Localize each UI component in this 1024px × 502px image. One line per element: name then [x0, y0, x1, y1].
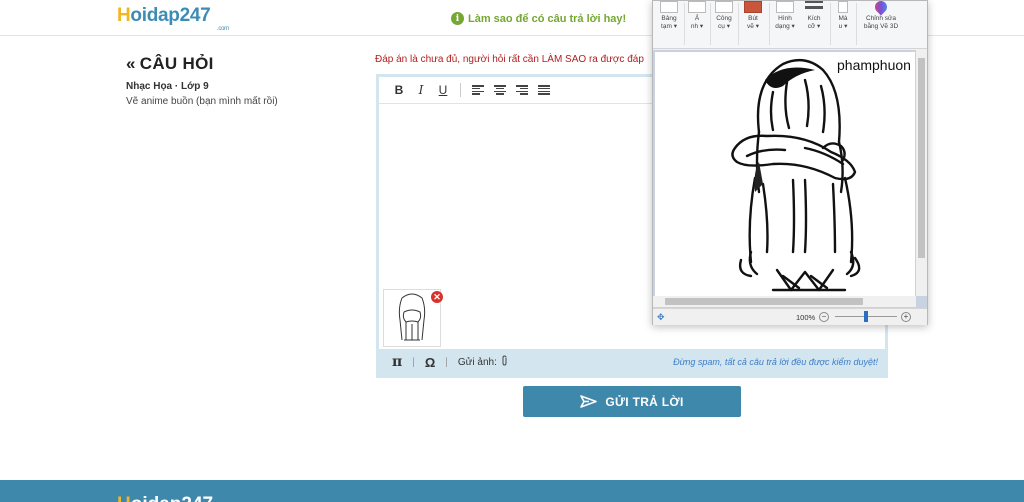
send-icon — [580, 395, 598, 408]
math-formula-button[interactable]: π — [392, 354, 402, 370]
ribbon-label: Mà — [838, 15, 848, 22]
image-select-icon — [688, 1, 706, 13]
colors-icon — [838, 1, 848, 13]
answer-warning: Đáp án là chưa đủ, người hỏi rất cần LÀM… — [375, 54, 644, 65]
paint-3d-icon — [872, 0, 890, 16]
spam-notice: Đừng spam, tất cả câu trả lời đều được k… — [673, 357, 878, 367]
ribbon-label: Bảng — [661, 15, 677, 22]
align-left-icon — [472, 85, 484, 95]
editor-footer: π | Ω | Gửi ảnh: Đừng spam, tất cả câu t… — [379, 349, 885, 375]
ribbon-label: cụ ▾ — [718, 23, 730, 30]
submit-answer-label: GỬI TRẢ LỜI — [605, 394, 684, 409]
footer-divider: | — [445, 356, 448, 368]
ribbon-clipboard[interactable]: Bảng tạm ▾ — [657, 1, 681, 31]
align-justify-icon — [538, 85, 550, 95]
ribbon-edit-3d[interactable]: Chỉnh sửa bằng Vẽ 3D — [859, 0, 903, 31]
ribbon-divider — [710, 3, 711, 45]
ribbon-label: u ▾ — [838, 23, 848, 30]
ribbon-divider — [830, 3, 831, 45]
shapes-icon — [776, 1, 794, 13]
align-justify-button[interactable] — [533, 80, 555, 100]
ribbon-label: Kích — [807, 15, 821, 22]
paint-window[interactable]: Bảng tạm ▾ Ả nh ▾ Công cụ ▾ Bút vẽ ▾ Hìn… — [652, 0, 928, 325]
ribbon-divider — [738, 3, 739, 45]
toolbar-divider — [460, 83, 461, 97]
ribbon-divider — [684, 3, 685, 45]
question-heading: «CÂU HỎI — [126, 54, 214, 74]
zoom-out-icon[interactable]: − — [819, 312, 829, 322]
page: Hoidap247 .com i Làm sao để có câu trả l… — [0, 0, 1024, 502]
paint-status-bar: ✥ 100% − + — [653, 308, 927, 325]
remove-image-icon[interactable]: ✕ — [431, 291, 443, 303]
ribbon-colors[interactable]: Mà u ▾ — [834, 1, 852, 31]
ribbon-label: nh ▾ — [690, 23, 704, 30]
paint-ribbon: Bảng tạm ▾ Ả nh ▾ Công cụ ▾ Bút vẽ ▾ Hìn… — [653, 0, 927, 49]
ribbon-label: Công — [716, 15, 732, 22]
logo-suffix: .com — [217, 26, 229, 32]
footer-logo-text: oidap247 — [131, 494, 213, 502]
align-right-button[interactable] — [511, 80, 533, 100]
brush-icon — [744, 1, 762, 13]
ribbon-shapes[interactable]: Hình dạng ▾ — [772, 1, 798, 31]
underline-button[interactable]: U — [432, 80, 454, 100]
footer-logo-h: H — [117, 494, 131, 502]
italic-button[interactable]: I — [410, 80, 432, 100]
align-center-icon — [494, 85, 506, 95]
ribbon-label: Bút — [748, 15, 758, 22]
line-size-icon — [805, 1, 823, 13]
paint-canvas[interactable]: phamphuon — [655, 52, 915, 296]
ribbon-label: Chỉnh sửa — [865, 15, 896, 22]
footer-divider: | — [412, 356, 415, 368]
question-subject: Nhạc Họa · Lớp 9 — [126, 81, 209, 92]
logo-h: H — [117, 5, 131, 26]
ribbon-label: bằng Vẽ 3D — [863, 23, 899, 30]
zoom-level: 100% — [796, 313, 816, 322]
ribbon-image[interactable]: Ả nh ▾ — [687, 1, 707, 31]
zoom-slider-handle[interactable] — [864, 311, 868, 322]
scrollbar-thumb[interactable] — [918, 58, 925, 258]
attached-image-thumbnail[interactable]: ✕ — [383, 289, 443, 347]
ribbon-divider — [769, 3, 770, 45]
submit-answer-button[interactable]: GỬI TRẢ LỜI — [523, 386, 741, 417]
ribbon-divider — [856, 3, 857, 45]
vertical-scrollbar[interactable] — [916, 50, 927, 296]
footer-logo[interactable]: Hoidap247 — [117, 494, 213, 502]
double-chevron-left-icon[interactable]: « — [126, 54, 136, 73]
bold-button[interactable]: B — [388, 80, 410, 100]
ribbon-label: tạm ▾ — [661, 23, 677, 30]
ribbon-label: Hình — [778, 15, 792, 22]
ribbon-label: cỡ ▾ — [807, 23, 821, 30]
crying-girl-drawing — [731, 58, 861, 292]
zoom-in-icon[interactable]: + — [901, 312, 911, 322]
site-footer: Hoidap247 — [0, 480, 1024, 502]
site-logo[interactable]: Hoidap247 .com — [117, 5, 229, 32]
horizontal-scrollbar[interactable] — [653, 296, 916, 307]
info-icon: i — [451, 12, 464, 25]
scrollbar-thumb[interactable] — [665, 298, 863, 305]
answer-tip-text: Làm sao để có câu trả lời hay! — [468, 12, 627, 25]
question-text: Vẽ anime buồn (bạn mình mất rồi) — [126, 96, 278, 107]
ribbon-label: dạng ▾ — [775, 23, 795, 30]
drawing-signature: phamphuon — [837, 57, 911, 73]
logo-text: oidap247 — [130, 5, 211, 26]
ribbon-brushes[interactable]: Bút vẽ ▾ — [741, 1, 765, 31]
ribbon-tools[interactable]: Công cụ ▾ — [713, 1, 735, 31]
align-center-button[interactable] — [489, 80, 511, 100]
paint-canvas-area: phamphuon — [653, 50, 927, 308]
align-left-button[interactable] — [467, 80, 489, 100]
answer-tip-link[interactable]: i Làm sao để có câu trả lời hay! — [451, 12, 626, 25]
tools-icon — [715, 1, 733, 13]
question-title: CÂU HỎI — [139, 54, 214, 73]
ribbon-label: vẽ ▾ — [747, 23, 759, 30]
ribbon-size[interactable]: Kích cỡ ▾ — [802, 1, 826, 31]
align-right-icon — [516, 85, 528, 95]
paperclip-icon[interactable] — [501, 355, 508, 369]
clipboard-icon — [660, 1, 678, 13]
move-cursor-icon: ✥ — [657, 312, 665, 322]
special-characters-button[interactable]: Ω — [425, 355, 435, 370]
ribbon-label: Ả — [694, 15, 700, 22]
send-image-label: Gửi ảnh: — [457, 356, 497, 368]
